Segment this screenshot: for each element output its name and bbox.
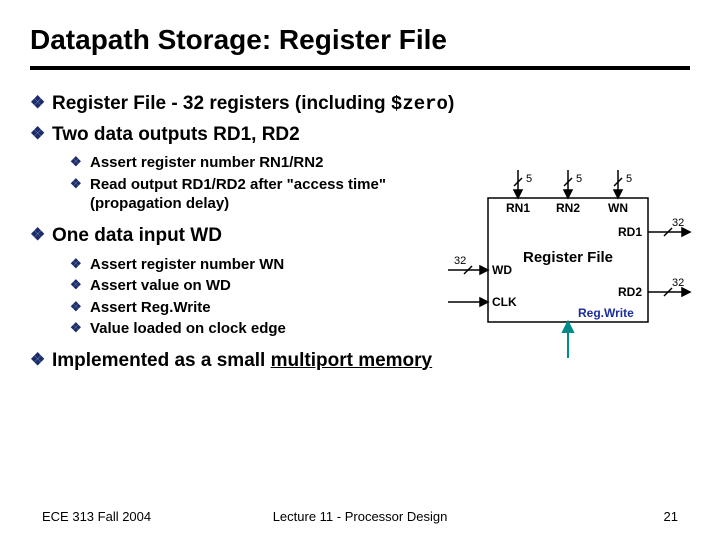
- port-label-wn: WN: [608, 201, 628, 215]
- bullet-icon: ❖: [70, 175, 90, 193]
- width-label: 5: [576, 173, 582, 185]
- bullet-3-text: One data input WD: [52, 224, 222, 249]
- port-label-rd2: RD2: [618, 285, 642, 299]
- width-label: 5: [526, 173, 532, 185]
- width-label: 32: [672, 277, 684, 289]
- bullet-2-text: Two data outputs RD1, RD2: [52, 123, 300, 148]
- bullet-4-underline: multiport memory: [271, 350, 433, 371]
- bullet-1: ❖ Register File - 32 registers (includin…: [30, 92, 690, 117]
- bullet-1-prefix: Register File - 32 registers (including: [52, 93, 391, 114]
- bullet-2: ❖ Two data outputs RD1, RD2: [30, 123, 690, 148]
- footer-right: 21: [466, 509, 678, 524]
- width-label: 32: [672, 217, 684, 229]
- bullet-icon: ❖: [70, 153, 90, 171]
- bullet-icon: ❖: [70, 255, 90, 273]
- bullet-icon: ❖: [30, 349, 52, 371]
- footer-center: Lecture 11 - Processor Design: [254, 509, 466, 524]
- title-rule: [30, 66, 690, 70]
- port-label-rd1: RD1: [618, 225, 642, 239]
- box-label: Register File: [523, 249, 613, 266]
- footer-left: ECE 313 Fall 2004: [42, 509, 254, 524]
- subbullet-text: Assert register number RN1/RN2: [90, 153, 323, 173]
- port-label-wd: WD: [492, 263, 512, 277]
- slide-title: Datapath Storage: Register File: [30, 24, 690, 56]
- bullet-1-mono: $zero: [391, 93, 448, 115]
- bullet-icon: ❖: [30, 123, 52, 145]
- bullet-1-suffix: ): [448, 93, 454, 114]
- bullet-icon: ❖: [70, 298, 90, 316]
- subbullet-text: Read output RD1/RD2 after "access time" …: [90, 175, 390, 214]
- width-label: 32: [454, 255, 466, 267]
- port-label-rn2: RN2: [556, 201, 580, 215]
- port-label-clk: CLK: [492, 295, 517, 309]
- slide-footer: ECE 313 Fall 2004 Lecture 11 - Processor…: [0, 509, 720, 524]
- subbullet-text: Assert value on WD: [90, 276, 231, 296]
- bullet-icon: ❖: [70, 319, 90, 337]
- register-file-diagram: 5 5 5 RN1 RN2 WN Register File 32 WD CLK…: [418, 162, 698, 362]
- subbullet-text: Assert Reg.Write: [90, 298, 211, 318]
- subbullet-text: Assert register number WN: [90, 255, 284, 275]
- bullet-icon: ❖: [30, 224, 52, 246]
- subbullet-text: Value loaded on clock edge: [90, 319, 286, 339]
- bullet-icon: ❖: [30, 92, 52, 114]
- slide-content: ❖ Register File - 32 registers (includin…: [30, 92, 690, 373]
- bullet-icon: ❖: [70, 276, 90, 294]
- bullet-4-prefix: Implemented as a small: [52, 350, 271, 371]
- port-label-regwrite: Reg.Write: [578, 306, 634, 320]
- width-label: 5: [626, 173, 632, 185]
- port-label-rn1: RN1: [506, 201, 530, 215]
